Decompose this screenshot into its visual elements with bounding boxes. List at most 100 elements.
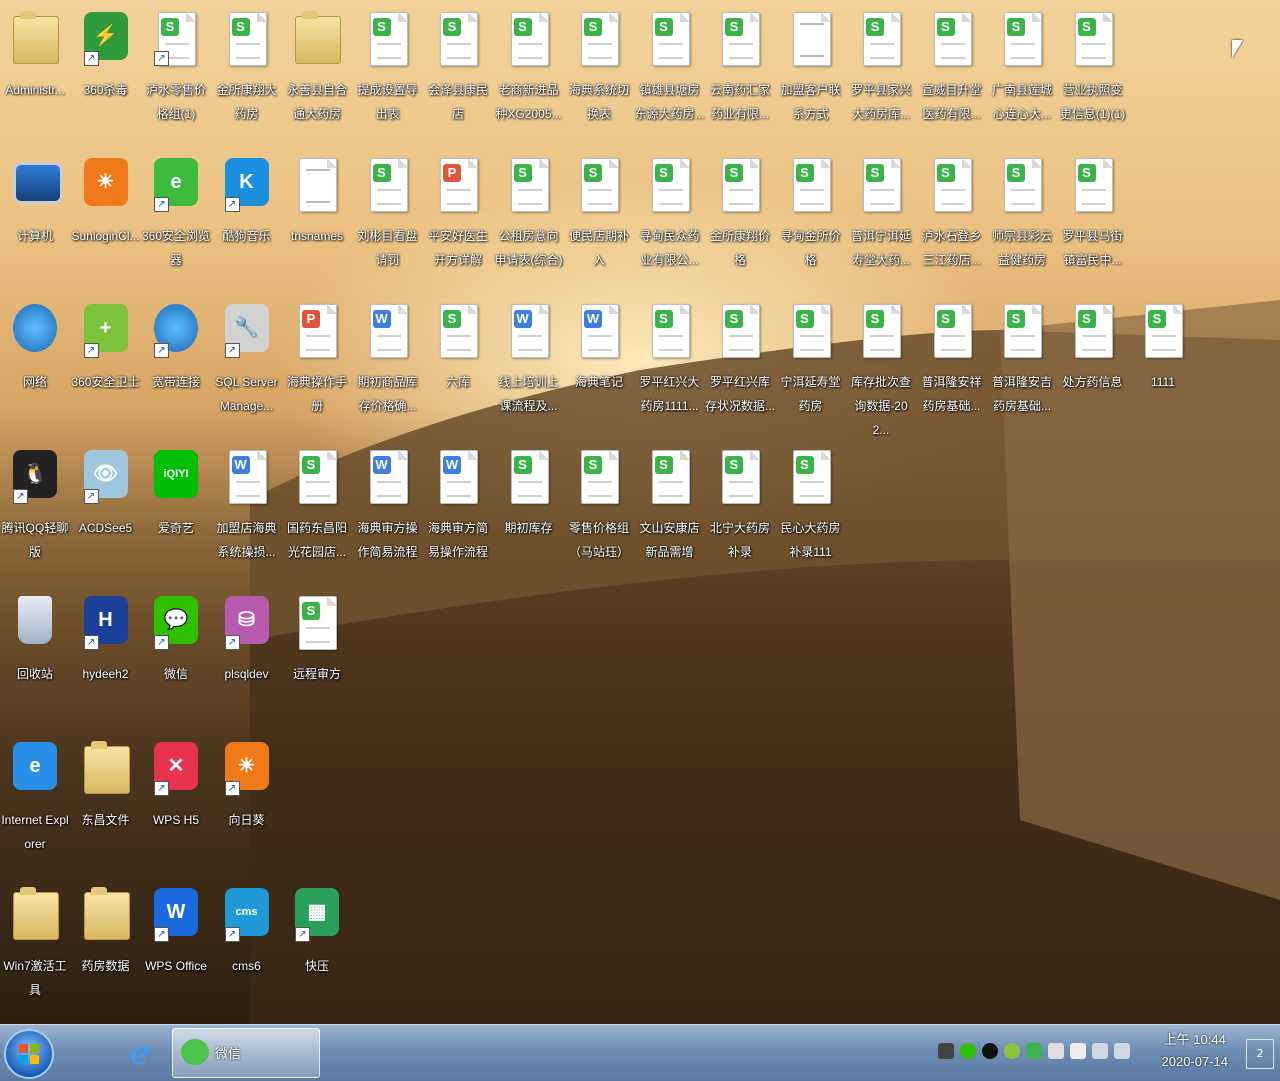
desktop-icon[interactable]: S 师宗县彩云益健药房 bbox=[987, 146, 1057, 292]
desktop-icon-label: 360安全浏览器 bbox=[141, 229, 211, 267]
desktop-icon[interactable]: S 六库 bbox=[423, 292, 493, 438]
desktop-icon[interactable]: W 期初商品库存价格确... bbox=[353, 292, 423, 438]
desktop-icon[interactable]: S 普洱宁洱延寿堂大药... bbox=[846, 146, 916, 292]
desktop-icon[interactable]: 🐧 ↗ 腾讯QQ轻聊版 bbox=[0, 438, 70, 584]
desktop-icon[interactable]: 计算机 bbox=[0, 146, 70, 292]
desktop-icon-label: 360安全卫士 bbox=[71, 375, 140, 389]
desktop-icon[interactable]: S 普洱隆安祥药房基础... bbox=[917, 292, 987, 438]
application-icon: cms ↗ bbox=[223, 886, 271, 942]
desktop-icon[interactable]: S 罗平红兴库存状况数据... bbox=[705, 292, 775, 438]
desktop-icon[interactable]: S 1111 bbox=[1128, 292, 1198, 438]
desktop-icon[interactable]: W 线上培训上课流程及... bbox=[494, 292, 564, 438]
desktop-icon[interactable]: S 营业执照变更信息(1)(1) bbox=[1058, 0, 1128, 146]
desktop-icon[interactable]: Administr... bbox=[0, 0, 70, 146]
desktop-icon[interactable]: ⛁ ↗ plsqldev bbox=[212, 584, 282, 730]
tray-battery-icon[interactable] bbox=[1070, 1043, 1086, 1059]
desktop-icon[interactable]: S 镇雄县塘房东源大药房... bbox=[635, 0, 705, 146]
desktop-icon[interactable]: S 处方药信息 bbox=[1058, 292, 1128, 438]
desktop-icon[interactable]: ▦ ↗ 快压 bbox=[282, 876, 352, 1022]
tray-360-icon[interactable] bbox=[1004, 1043, 1020, 1059]
desktop-icon[interactable]: cms ↗ cms6 bbox=[212, 876, 282, 1022]
tray-device-icon[interactable] bbox=[1048, 1043, 1064, 1059]
desktop-icon[interactable]: S 寻甸金所价格 bbox=[776, 146, 846, 292]
tray-signal-icon[interactable] bbox=[1114, 1043, 1130, 1059]
desktop-icon[interactable]: S 零售价格组（马站珏） bbox=[564, 438, 634, 584]
desktop-icon[interactable]: + ↗ 360安全卫士 bbox=[71, 292, 141, 438]
desktop-icon[interactable]: S 罗平县马街镇富民中... bbox=[1058, 146, 1128, 292]
desktop-icon[interactable]: S 期初库存 bbox=[494, 438, 564, 584]
desktop-icon[interactable]: Win7激活工具 bbox=[0, 876, 70, 1022]
desktop-icon[interactable]: S 金所康翔大药房 bbox=[212, 0, 282, 146]
desktop-icon[interactable]: S 库存批次查询数据-202... bbox=[846, 292, 916, 438]
desktop-icon[interactable]: H ↗ hydeeh2 bbox=[71, 584, 141, 730]
desktop-icon[interactable]: S 宁洱延寿堂药房 bbox=[776, 292, 846, 438]
desktop-icon[interactable]: 网络 bbox=[0, 292, 70, 438]
desktop-icon[interactable]: S 会泽县康民店 bbox=[423, 0, 493, 146]
desktop-icon[interactable]: S 宣威目升堂医药有限... bbox=[917, 0, 987, 146]
desktop-icon[interactable]: S 北宁大药房补录 bbox=[705, 438, 775, 584]
desktop-icon[interactable]: S 金所康翔价格 bbox=[705, 146, 775, 292]
desktop-icon[interactable]: S 泸水石登乡三江药店... bbox=[917, 146, 987, 292]
tray-volume-icon[interactable] bbox=[1092, 1043, 1108, 1059]
tray-shield-icon[interactable] bbox=[1026, 1043, 1042, 1059]
desktop-icon-label: 刘彬目看盘请罚 bbox=[357, 229, 418, 267]
desktop-icon[interactable]: W 海典审方操作简易流程 bbox=[353, 438, 423, 584]
desktop-icon[interactable]: W 加盟店海典系统操损... bbox=[212, 438, 282, 584]
desktop-icon[interactable]: W 海典审方简易操作流程 bbox=[423, 438, 493, 584]
system-clock[interactable]: 上午 10:44 2020-07-14 bbox=[1162, 1029, 1229, 1073]
desktop-icon[interactable]: S 便民店期补入 bbox=[564, 146, 634, 292]
desktop-icon[interactable]: P 平安好医生开方详解 bbox=[423, 146, 493, 292]
desktop-icon[interactable]: S 海典系统切换表 bbox=[564, 0, 634, 146]
desktop-icon[interactable]: iQIYI 爱奇艺 bbox=[141, 438, 211, 584]
word-document-icon: W bbox=[575, 302, 623, 358]
start-button[interactable] bbox=[4, 1029, 54, 1079]
desktop-icon[interactable]: ☀ SunloginCl... bbox=[71, 146, 141, 292]
internet-explorer-pinned-icon[interactable]: e bbox=[118, 1031, 162, 1075]
desktop-icon-label: 师宗县彩云益健药房 bbox=[991, 229, 1052, 267]
desktop-icon[interactable]: S 罗平县家兴大药房库... bbox=[846, 0, 916, 146]
desktop-icon[interactable]: 回收站 bbox=[0, 584, 70, 730]
desktop-icon[interactable]: 💬 ↗ 微信 bbox=[141, 584, 211, 730]
desktop-icon[interactable]: S 寻甸民众药业有限公... bbox=[635, 146, 705, 292]
desktop-icon[interactable]: S 国药东昌阳光花园店... bbox=[282, 438, 352, 584]
desktop-icon[interactable]: P 海典操作手册 bbox=[282, 292, 352, 438]
desktop-icon-label: 海典审方简易操作流程 bbox=[427, 521, 488, 559]
desktop-icon[interactable]: ✕ ↗ WPS H5 bbox=[141, 730, 211, 876]
desktop-icon-label: 平安好医生开方详解 bbox=[427, 229, 488, 267]
desktop-icon-label: 海典操作手册 bbox=[286, 375, 347, 413]
desktop-icon[interactable]: W ↗ WPS Office bbox=[141, 876, 211, 1022]
desktop-icon[interactable]: 永善县自合通大药房 bbox=[282, 0, 352, 146]
desktop-icon[interactable]: e ↗ 360安全浏览器 bbox=[141, 146, 211, 292]
tray-wechat-icon[interactable] bbox=[960, 1043, 976, 1059]
desktop-icon[interactable]: 加盟客户联系方式 bbox=[776, 0, 846, 146]
desktop-icon[interactable]: S 远程审方 bbox=[282, 584, 352, 730]
desktop-icon[interactable]: S 普洱隆安吉药房基础... bbox=[987, 292, 1057, 438]
spreadsheet-file-icon: S bbox=[787, 448, 835, 504]
desktop-icon[interactable]: ↗ 宽带连接 bbox=[141, 292, 211, 438]
desktop-icon[interactable]: ☀ ↗ 向日葵 bbox=[212, 730, 282, 876]
spreadsheet-file-icon: S bbox=[998, 10, 1046, 66]
taskbar-item-wechat[interactable]: 微信 bbox=[172, 1028, 320, 1078]
desktop-icon[interactable]: ⚡ ↗ 360杀毒 bbox=[71, 0, 141, 146]
desktop-icon[interactable]: 🔧 ↗ SQL Server Manage... bbox=[212, 292, 282, 438]
desktop-icon[interactable]: S ↗ 泸水零售价格组(1) bbox=[141, 0, 211, 146]
desktop-icon[interactable]: tnsnames bbox=[282, 146, 352, 292]
desktop-icon[interactable]: S 民心大药房补录111 bbox=[776, 438, 846, 584]
desktop-icon[interactable]: S 罗平红兴大药房1111... bbox=[635, 292, 705, 438]
desktop-icon[interactable]: 东昌文件 bbox=[71, 730, 141, 876]
desktop-icon[interactable]: S 老商新进品种XG2005... bbox=[494, 0, 564, 146]
desktop-icon[interactable]: S 提成设置导出表 bbox=[353, 0, 423, 146]
desktop-icon[interactable]: S 云南药汇家药业有限... bbox=[705, 0, 775, 146]
desktop-icon[interactable]: S 刘彬目看盘请罚 bbox=[353, 146, 423, 292]
desktop-icon[interactable]: W 海典笔记 bbox=[564, 292, 634, 438]
desktop-icon[interactable]: S 文山安康店新品需增 bbox=[635, 438, 705, 584]
tray-network-app-icon[interactable] bbox=[938, 1043, 954, 1059]
desktop-icon[interactable]: 药房数据 bbox=[71, 876, 141, 1022]
action-center-icon[interactable]: 2 bbox=[1246, 1039, 1274, 1069]
tray-qq-icon[interactable] bbox=[982, 1043, 998, 1059]
desktop-icon[interactable]: S 公租房意向申请表(综合) bbox=[494, 146, 564, 292]
desktop-icon[interactable]: 👁 ↗ ACDSee5 bbox=[71, 438, 141, 584]
desktop-icon[interactable]: S 广南县莲城心连心大... bbox=[987, 0, 1057, 146]
desktop-icon[interactable]: K ↗ 酷狗音乐 bbox=[212, 146, 282, 292]
desktop-icon[interactable]: e Internet Explorer bbox=[0, 730, 70, 876]
